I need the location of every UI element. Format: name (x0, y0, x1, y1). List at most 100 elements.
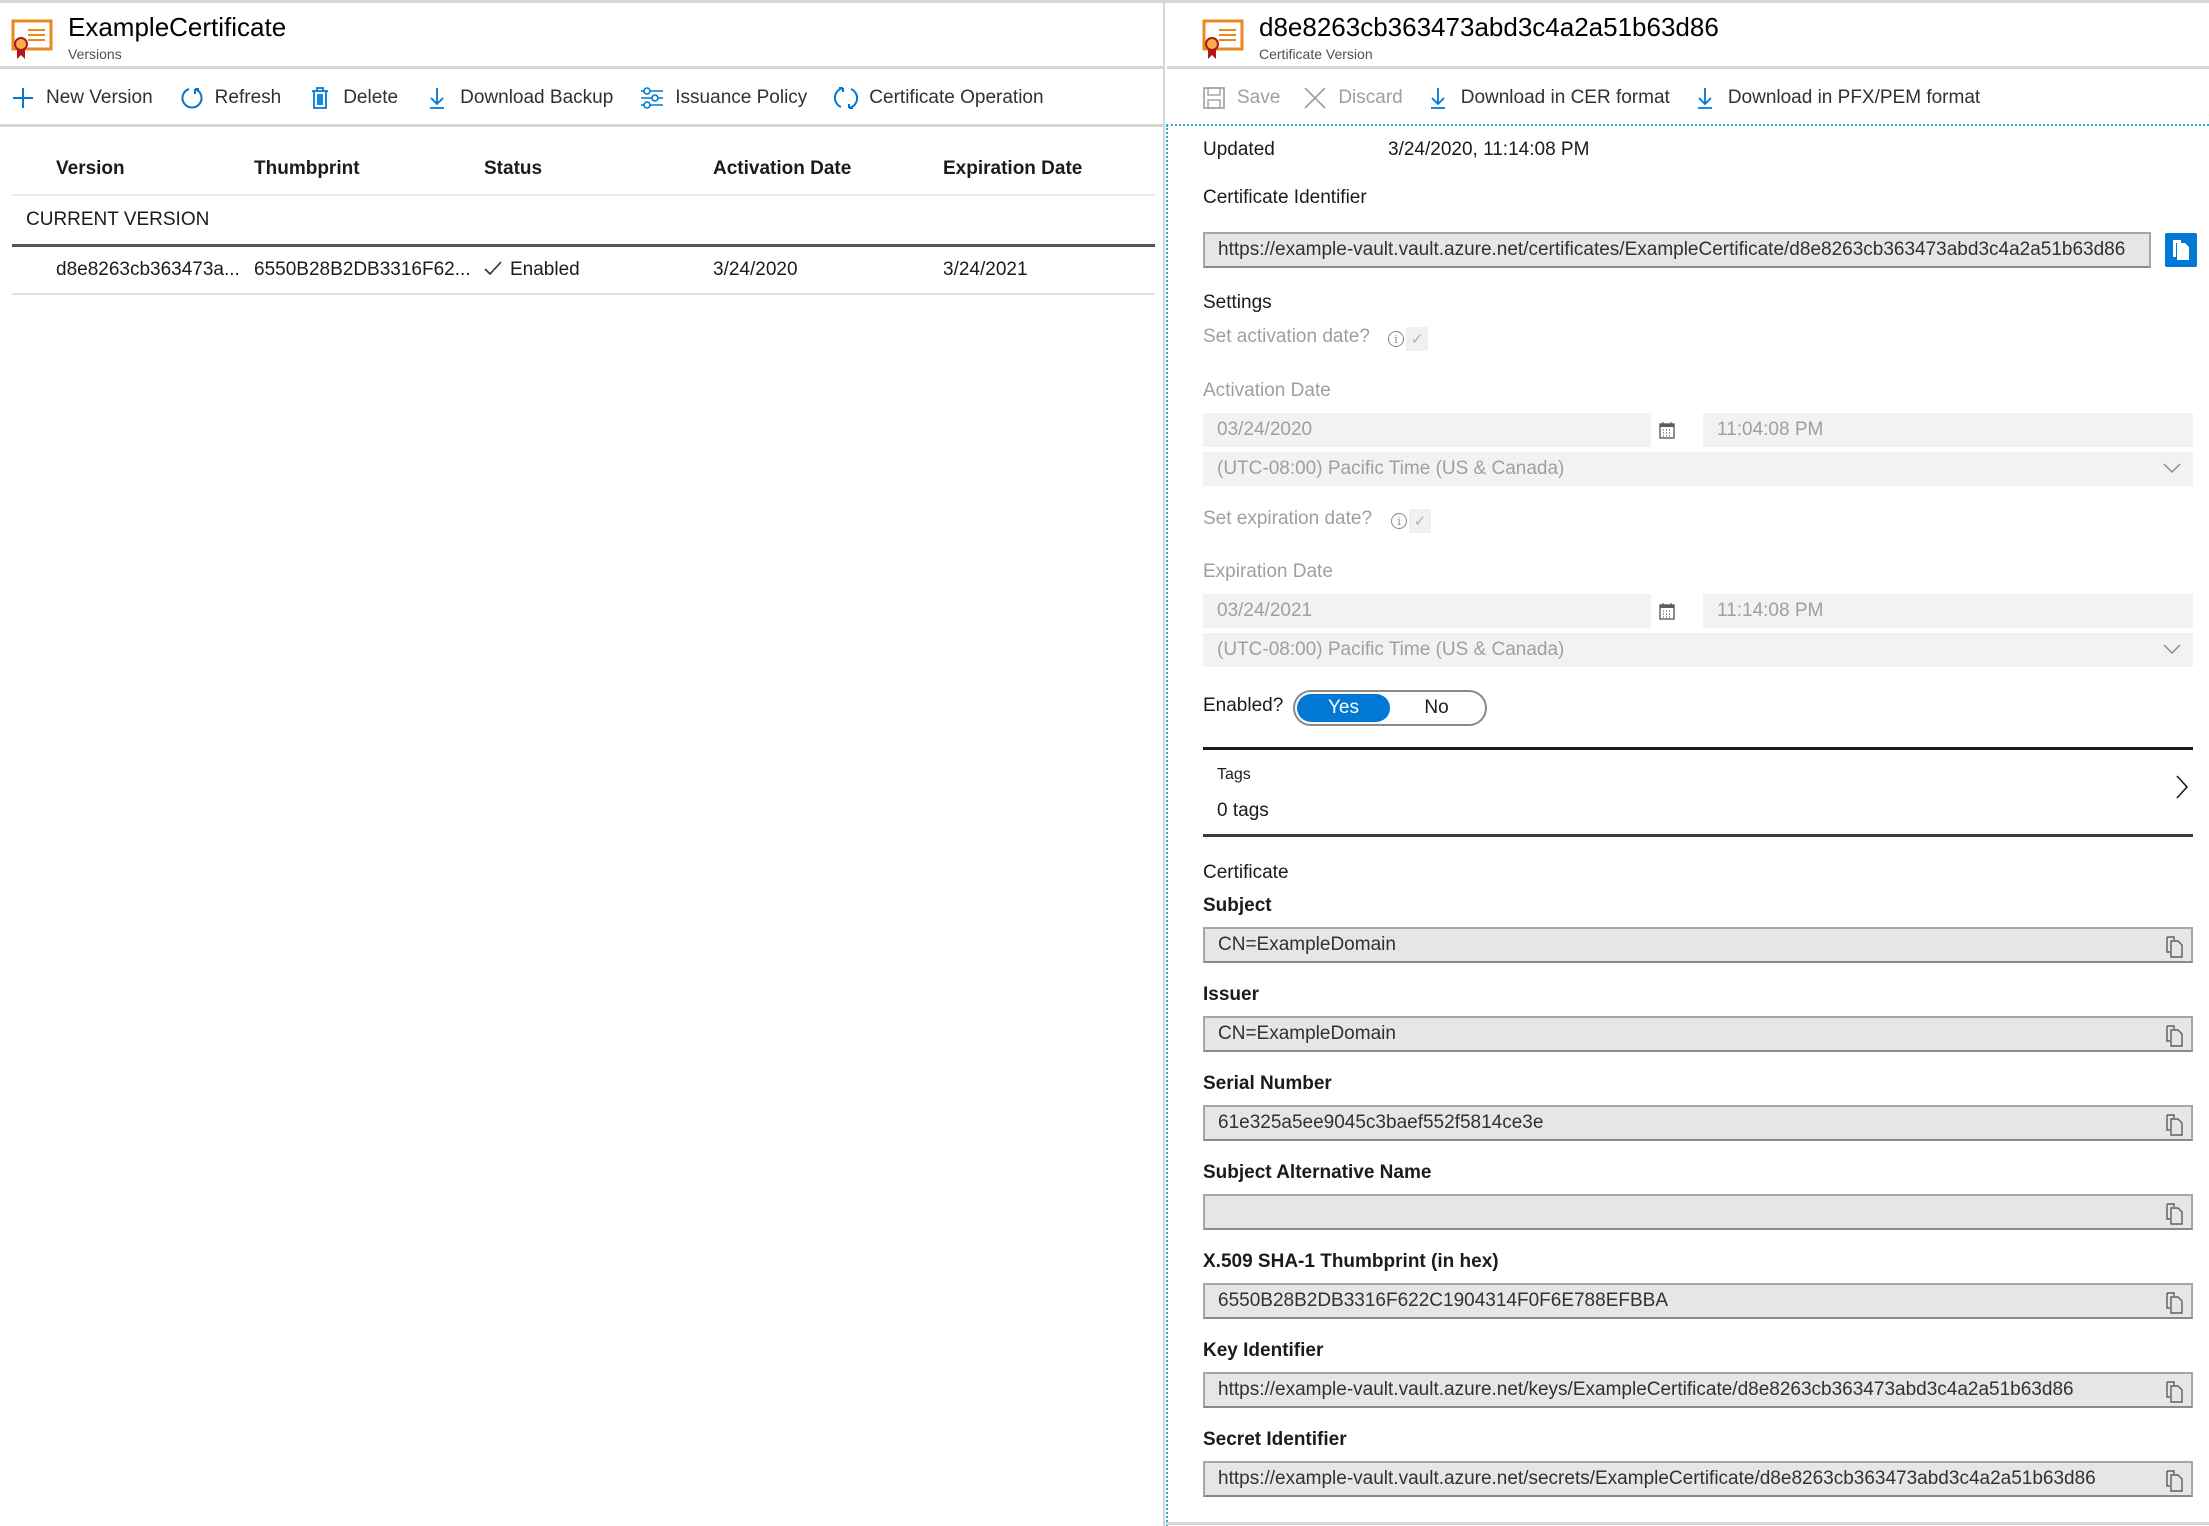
discard-button[interactable]: Discard (1302, 85, 1403, 111)
copy-certificate-identifier-button[interactable] (2165, 233, 2197, 267)
activation-timezone-value: (UTC-08:00) Pacific Time (US & Canada) (1217, 458, 1565, 479)
subject-value: CN=ExampleDomain (1218, 934, 1396, 955)
version-blade-header: d8e8263cb363473abd3c4a2a51b63d86 Certifi… (1167, 3, 2209, 69)
new-version-button[interactable]: New Version (10, 85, 153, 111)
activation-time-value: 11:04:08 PM (1717, 419, 1824, 440)
set-activation-date-checkbox[interactable]: ✓ (1406, 327, 1428, 351)
certificate-operation-button[interactable]: Certificate Operation (833, 85, 1044, 111)
activation-calendar-button[interactable] (1651, 413, 1683, 447)
expiration-time-input[interactable]: 11:14:08 PM (1703, 594, 2193, 628)
activation-timezone-select[interactable]: (UTC-08:00) Pacific Time (US & Canada) (1203, 452, 2193, 486)
column-header-thumbprint[interactable]: Thumbprint (254, 158, 484, 180)
tags-count: 0 tags (1217, 800, 1269, 821)
column-header-expiration-date[interactable]: Expiration Date (943, 158, 1143, 180)
expiration-time-value: 11:14:08 PM (1717, 600, 1824, 621)
settings-label: Settings (1203, 292, 1272, 313)
enabled-no-option[interactable]: No (1390, 694, 1483, 722)
info-icon[interactable]: i (1388, 331, 1404, 347)
calendar-icon (1659, 603, 1675, 620)
activation-date-value: 03/24/2020 (1217, 419, 1313, 440)
sync-icon (833, 85, 859, 111)
copy-icon[interactable] (2165, 1114, 2183, 1136)
certificate-identifier-label: Certificate Identifier (1203, 187, 1367, 208)
thumbprint-field[interactable]: 6550B28B2DB3316F622C1904314F0F6E788EFBBA (1203, 1283, 2193, 1319)
versions-blade: ExampleCertificate Versions New Version … (0, 3, 1165, 1526)
delete-button[interactable]: Delete (307, 85, 398, 111)
table-row[interactable]: d8e8263cb363473a... 6550B28B2DB3316F62..… (12, 247, 1155, 295)
discard-icon (1302, 85, 1328, 111)
expiration-timezone-select[interactable]: (UTC-08:00) Pacific Time (US & Canada) (1203, 633, 2193, 667)
subject-alternative-name-label: Subject Alternative Name (1203, 1162, 1432, 1183)
set-expiration-date-checkbox[interactable]: ✓ (1409, 509, 1431, 533)
column-header-activation-date[interactable]: Activation Date (713, 158, 943, 180)
blade-title: ExampleCertificate (68, 12, 287, 42)
copy-icon[interactable] (2165, 1381, 2183, 1403)
issuer-field[interactable]: CN=ExampleDomain (1203, 1016, 2193, 1052)
activation-date-input[interactable]: 03/24/2020 (1203, 413, 1651, 447)
expiration-calendar-button[interactable] (1651, 594, 1683, 628)
version-title: d8e8263cb363473abd3c4a2a51b63d86 (1259, 12, 1719, 42)
new-version-label: New Version (46, 87, 153, 108)
updated-label: Updated (1203, 139, 1275, 160)
secret-identifier-label: Secret Identifier (1203, 1429, 1347, 1450)
column-header-status[interactable]: Status (484, 158, 713, 180)
certificate-identifier-field[interactable]: https://example-vault.vault.azure.net/ce… (1203, 232, 2151, 268)
copy-icon[interactable] (2165, 936, 2183, 958)
key-identifier-value: https://example-vault.vault.azure.net/ke… (1218, 1379, 2074, 1400)
key-identifier-label: Key Identifier (1203, 1340, 1324, 1361)
secret-identifier-field[interactable]: https://example-vault.vault.azure.net/se… (1203, 1461, 2193, 1497)
chevron-down-icon (2163, 639, 2181, 660)
download-backup-button[interactable]: Download Backup (424, 85, 613, 111)
set-expiration-date-label: Set expiration date? (1203, 508, 1373, 529)
subject-alternative-name-field[interactable] (1203, 1194, 2193, 1230)
set-expiration-date-control: i ✓ (1391, 509, 1431, 533)
save-icon (1201, 85, 1227, 111)
pane-divider (1163, 0, 1165, 1526)
enabled-toggle[interactable]: Yes No (1293, 690, 1487, 726)
focus-outline-left (1166, 125, 1168, 1526)
certificate-section-label: Certificate (1203, 862, 1289, 883)
cell-status: Enabled (484, 259, 713, 281)
download-icon (1425, 85, 1451, 111)
copy-icon[interactable] (2165, 1292, 2183, 1314)
certificate-operation-label: Certificate Operation (869, 87, 1044, 108)
issuance-policy-label: Issuance Policy (675, 87, 808, 108)
download-pfx-pem-button[interactable]: Download in PFX/PEM format (1692, 85, 1980, 111)
column-header-version[interactable]: Version (12, 158, 254, 180)
download-pfx-pem-label: Download in PFX/PEM format (1727, 87, 1981, 108)
serial-number-field[interactable]: 61e325a5ee9045c3baef552f5814ce3e (1203, 1105, 2193, 1141)
checkmark-icon (484, 259, 502, 281)
issuance-policy-button[interactable]: Issuance Policy (639, 85, 807, 111)
info-icon[interactable]: i (1391, 513, 1407, 529)
copy-icon[interactable] (2165, 1203, 2183, 1225)
sliders-icon (639, 85, 665, 111)
calendar-icon (1659, 422, 1675, 439)
cell-expiration-date: 3/24/2021 (943, 259, 1028, 280)
tags-row[interactable]: Tags 0 tags (1203, 747, 2193, 837)
expiration-date-input[interactable]: 03/24/2021 (1203, 594, 1651, 628)
expiration-date-value: 03/24/2021 (1217, 600, 1313, 621)
copy-icon[interactable] (2165, 1470, 2183, 1492)
delete-label: Delete (343, 87, 399, 108)
table-header: Version Thumbprint Status Activation Dat… (12, 143, 1155, 196)
set-activation-date-control: i ✓ (1388, 327, 1428, 351)
versions-blade-header: ExampleCertificate Versions (0, 3, 1165, 69)
copy-icon[interactable] (2165, 1025, 2183, 1047)
issuer-label: Issuer (1203, 984, 1259, 1005)
download-cer-button[interactable]: Download in CER format (1425, 85, 1670, 111)
subject-label: Subject (1203, 895, 1272, 916)
activation-date-label: Activation Date (1203, 380, 1331, 401)
copy-icon (2173, 240, 2189, 260)
expiration-date-label: Expiration Date (1203, 561, 1333, 582)
subject-field[interactable]: CN=ExampleDomain (1203, 927, 2193, 963)
key-identifier-field[interactable]: https://example-vault.vault.azure.net/ke… (1203, 1372, 2193, 1408)
refresh-icon (179, 85, 205, 111)
certificate-version-blade: d8e8263cb363473abd3c4a2a51b63d86 Certifi… (1167, 3, 2209, 1526)
enabled-yes-option[interactable]: Yes (1297, 694, 1390, 722)
secret-identifier-value: https://example-vault.vault.azure.net/se… (1218, 1468, 2096, 1489)
activation-time-input[interactable]: 11:04:08 PM (1703, 413, 2193, 447)
save-button[interactable]: Save (1201, 85, 1280, 111)
focus-outline-top (1166, 124, 2209, 126)
refresh-button[interactable]: Refresh (179, 85, 281, 111)
expiration-timezone-value: (UTC-08:00) Pacific Time (US & Canada) (1217, 639, 1565, 660)
